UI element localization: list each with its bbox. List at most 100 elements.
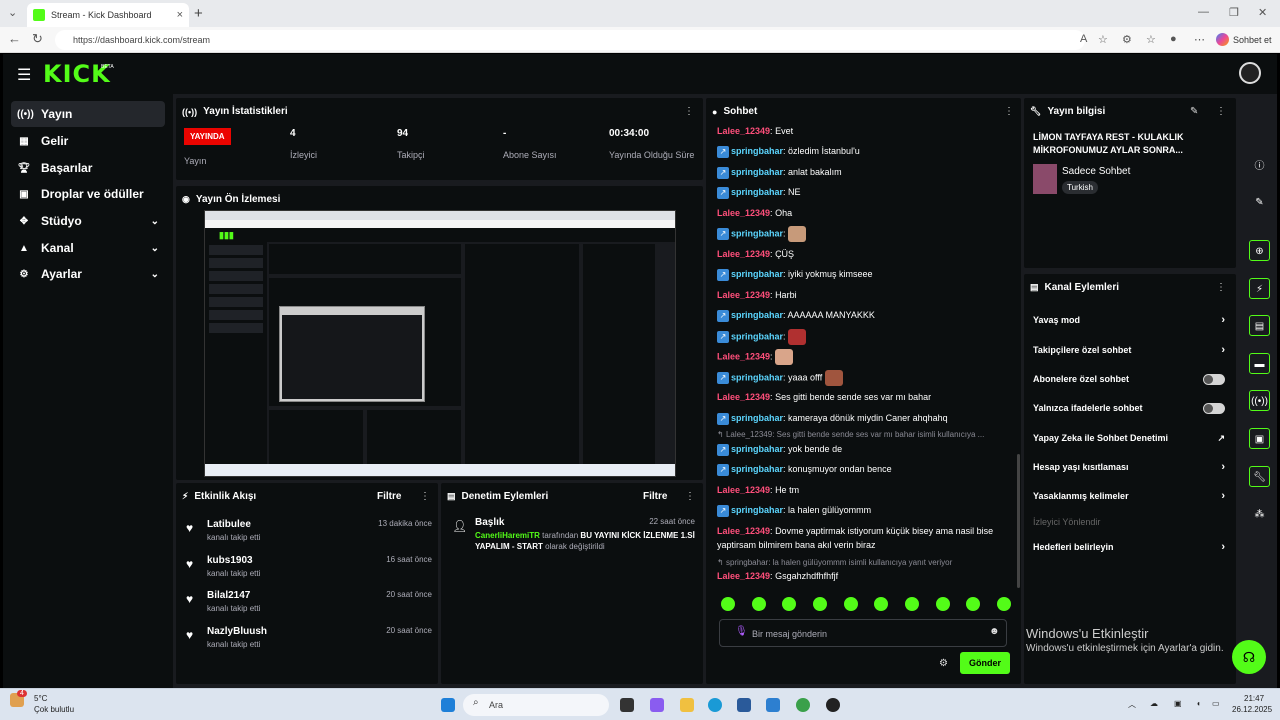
sidebar-item-gelir[interactable]: ▦ Gelir xyxy=(11,128,165,154)
more-options-icon[interactable]: ⋮ xyxy=(684,106,694,117)
emote-icon[interactable] xyxy=(812,597,827,611)
crosshair-icon[interactable]: ⊕ xyxy=(1249,240,1270,261)
action-banned-words[interactable]: Yasaklanmış kelimeler › xyxy=(1033,488,1225,504)
menu-icon[interactable]: ☰ xyxy=(17,65,31,85)
chat-username[interactable]: Lalee_12349 xyxy=(717,290,770,300)
taskbar-search[interactable]: Ara xyxy=(463,694,609,716)
more-options-icon[interactable]: ⋮ xyxy=(420,491,430,502)
chat-username[interactable]: springbahar xyxy=(731,372,783,382)
battery-icon[interactable]: ▭ xyxy=(1212,699,1220,708)
extensions-icon[interactable]: ⚙ xyxy=(1122,33,1132,46)
more-options-icon[interactable]: ⋮ xyxy=(1004,106,1014,117)
action-account-age[interactable]: Hesap yaşı kısıtlaması › xyxy=(1033,459,1225,475)
bolt-icon[interactable]: ⚡︎ xyxy=(1249,278,1270,299)
store-icon[interactable] xyxy=(737,698,751,712)
action-slow-mode[interactable]: Yavaş mod › xyxy=(1033,312,1225,328)
emote-icon[interactable] xyxy=(721,597,735,611)
chat-username[interactable]: springbahar xyxy=(731,187,783,197)
sidebar-item-studyo[interactable]: ✥ Stüdyo ⌄ xyxy=(11,208,165,234)
emoji-icon[interactable]: ☻ xyxy=(989,626,1000,637)
chat-username[interactable]: Lalee_12349 xyxy=(717,571,770,581)
volume-icon[interactable]: ◖ xyxy=(1196,699,1201,708)
weather-temp[interactable]: 5°C xyxy=(34,694,47,703)
back-icon[interactable]: ← xyxy=(8,31,21,46)
sidebar-item-kanal[interactable]: ▲ Kanal ⌄ xyxy=(11,235,165,261)
file-explorer-icon[interactable] xyxy=(680,698,694,712)
notes-icon[interactable]: ▤ xyxy=(1249,315,1270,336)
emote-icon[interactable] xyxy=(904,597,919,611)
apps-icon[interactable]: ⁂ xyxy=(1249,504,1270,525)
more-icon[interactable]: ⋯ xyxy=(1194,33,1205,46)
microphone-icon[interactable]: 🎙︎ xyxy=(735,626,748,637)
task-view-icon[interactable] xyxy=(620,698,634,712)
emote-icon[interactable] xyxy=(751,597,766,611)
wrench-icon[interactable]: 🔧︎ xyxy=(1249,466,1270,487)
chat-username[interactable]: Lalee_12349 xyxy=(717,392,770,402)
sidebar-item-basarilar[interactable]: 🏆︎ Başarılar xyxy=(11,155,165,181)
close-window-icon[interactable]: ✕ xyxy=(1258,6,1267,19)
more-options-icon[interactable]: ⋮ xyxy=(1216,282,1226,293)
emote-icon[interactable] xyxy=(935,597,950,611)
chat-username[interactable]: springbahar xyxy=(731,269,783,279)
emotes-only-toggle[interactable] xyxy=(1203,402,1225,414)
filter-button[interactable]: Filtre xyxy=(377,491,401,502)
chat-username[interactable]: Lalee_12349 xyxy=(717,126,770,136)
profile-icon[interactable]: ● xyxy=(1170,33,1177,45)
close-tab-icon[interactable]: × xyxy=(177,9,183,21)
monitor-icon[interactable]: ▣ xyxy=(1249,428,1270,449)
more-options-icon[interactable]: ⋮ xyxy=(1216,106,1226,117)
sidebar-item-yayin[interactable]: ((•)) Yayın xyxy=(11,101,165,127)
emote-icon[interactable] xyxy=(782,597,797,611)
new-tab-icon[interactable]: + xyxy=(194,5,203,22)
tab-list-icon[interactable]: ⌄ xyxy=(8,6,17,19)
mod-actor[interactable]: CanerliHaremiTR xyxy=(475,531,540,540)
send-button[interactable]: Gönder xyxy=(960,652,1010,674)
obs-icon[interactable] xyxy=(826,698,840,712)
stream-category[interactable]: Sadece Sohbet xyxy=(1062,166,1130,177)
emote-icon[interactable] xyxy=(996,597,1011,611)
chat-username[interactable]: springbahar xyxy=(731,228,783,238)
reload-icon[interactable]: ↻ xyxy=(32,31,43,47)
action-ai-moderation[interactable]: Yapay Zeka ile Sohbet Denetimi ↗ xyxy=(1033,430,1225,446)
event-user[interactable]: kubs1903 xyxy=(207,555,253,566)
chat-username[interactable]: springbahar xyxy=(731,310,783,320)
windows-start-icon[interactable] xyxy=(441,698,455,712)
chat-input[interactable]: Bir mesaj gönderin xyxy=(719,619,1007,647)
subscribers-only-toggle[interactable] xyxy=(1203,373,1225,385)
chat-username[interactable]: Lalee_12349 xyxy=(717,351,770,361)
chat-username[interactable]: Lalee_12349 xyxy=(717,526,770,536)
mail-icon[interactable] xyxy=(766,698,780,712)
clock-date[interactable]: 26.12.2025 xyxy=(1232,705,1272,714)
filter-button[interactable]: Filtre xyxy=(643,491,667,502)
onedrive-icon[interactable]: ☁ xyxy=(1150,699,1158,708)
copilot-button[interactable]: Sohbet et xyxy=(1216,33,1272,46)
sidebar-item-droplar[interactable]: ▣ Droplar ve ödüller xyxy=(11,181,165,207)
minimize-icon[interactable]: — xyxy=(1198,6,1209,18)
chat-username[interactable]: springbahar xyxy=(731,464,783,474)
chat-username[interactable]: springbahar xyxy=(731,413,783,423)
edit-icon[interactable]: ✎ xyxy=(1190,106,1198,117)
chat-settings-icon[interactable]: ⚙ xyxy=(939,658,948,669)
tray-chevron-icon[interactable]: ︿ xyxy=(1128,699,1136,710)
action-followers-only[interactable]: Takipçilere özel sohbet › xyxy=(1033,342,1225,358)
chat-username[interactable]: springbahar xyxy=(731,505,783,515)
chat-username[interactable]: springbahar xyxy=(731,167,783,177)
chat-username[interactable]: Lalee_12349 xyxy=(717,208,770,218)
emote-icon[interactable] xyxy=(874,597,889,611)
event-user[interactable]: Bilal2147 xyxy=(207,590,250,601)
read-aloud-icon[interactable]: A xyxy=(1080,33,1087,45)
widgets-icon[interactable] xyxy=(650,698,664,712)
chat-scrollbar[interactable] xyxy=(1017,454,1020,588)
chat-username[interactable]: springbahar xyxy=(731,444,783,454)
app-icon[interactable] xyxy=(796,698,810,712)
network-icon[interactable]: ▣ xyxy=(1174,699,1182,708)
chat-username[interactable]: Lalee_12349 xyxy=(717,485,770,495)
emote-icon[interactable] xyxy=(843,597,858,611)
browser-tab[interactable]: Stream - Kick Dashboard × xyxy=(27,3,189,27)
event-user[interactable]: Latibulee xyxy=(207,519,251,530)
sidebar-item-ayarlar[interactable]: ⚙ Ayarlar ⌄ xyxy=(11,261,165,287)
clock-time[interactable]: 21:47 xyxy=(1244,694,1264,703)
chat-username[interactable]: Lalee_12349 xyxy=(717,249,770,259)
more-options-icon[interactable]: ⋮ xyxy=(685,491,695,502)
edge-browser-icon[interactable] xyxy=(708,698,722,712)
